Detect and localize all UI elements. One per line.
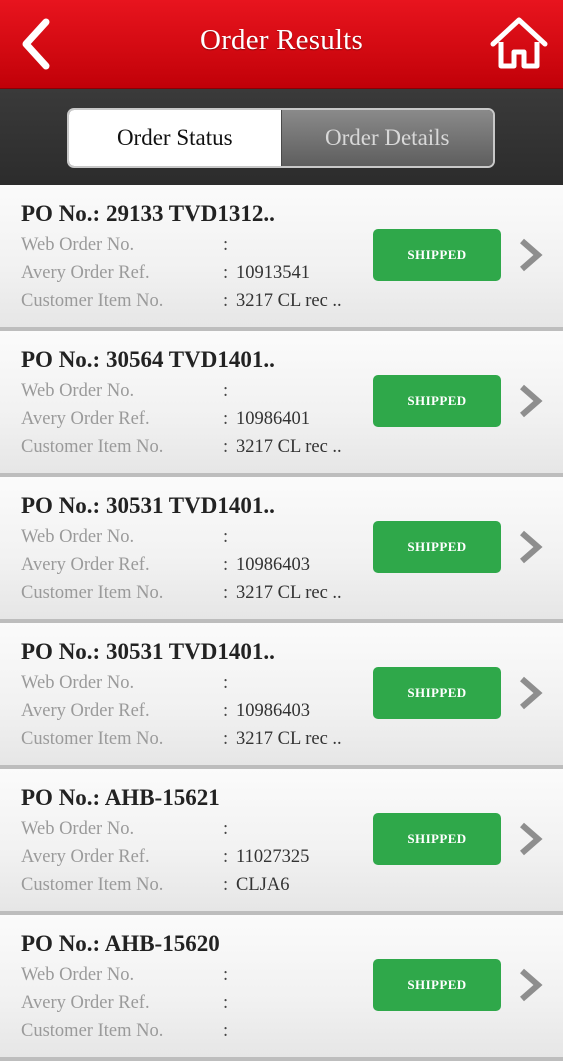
customer-item-label: Customer Item No. [21,729,164,749]
colon: : [223,673,229,693]
customer-item-value: CLJA6 [236,875,290,895]
chevron-right-icon[interactable] [516,675,546,711]
colon: : [223,819,229,839]
customer-item-value: 3217 CL rec .. [236,729,342,749]
chevron-right-icon[interactable] [516,237,546,273]
avery-ref-value: 10913541 [236,263,310,283]
colon: : [223,1021,229,1041]
customer-item-value: 3217 CL rec .. [236,291,342,311]
po-number: PO No.: 29133 TVD1312.. [21,201,275,226]
po-number: PO No.: 30564 TVD1401.. [21,347,275,372]
colon: : [223,527,229,547]
web-order-label: Web Order No. [21,673,135,693]
tab-order-status[interactable]: Order Status [69,110,281,166]
status-badge[interactable]: SHIPPED [373,813,501,865]
web-order-label: Web Order No. [21,527,135,547]
status-badge[interactable]: SHIPPED [373,375,501,427]
colon: : [223,409,229,429]
avery-ref-label: Avery Order Ref. [21,701,150,721]
order-row[interactable]: PO No.: AHB-15620 Web Order No. : Avery … [0,915,563,1061]
colon: : [223,847,229,867]
po-number: PO No.: 30531 TVD1401.. [21,493,275,518]
colon: : [223,263,229,283]
status-badge[interactable]: SHIPPED [373,667,501,719]
order-row[interactable]: PO No.: 30531 TVD1401.. Web Order No. : … [0,623,563,769]
customer-item-value: 3217 CL rec .. [236,437,342,457]
avery-ref-label: Avery Order Ref. [21,409,150,429]
avery-ref-value: 10986403 [236,701,310,721]
avery-ref-value: 10986401 [236,409,310,429]
colon: : [223,583,229,603]
colon: : [223,993,229,1013]
status-badge[interactable]: SHIPPED [373,959,501,1011]
colon: : [223,965,229,985]
order-row[interactable]: PO No.: 30564 TVD1401.. Web Order No. : … [0,331,563,477]
avery-ref-label: Avery Order Ref. [21,263,150,283]
tab-order-details[interactable]: Order Details [280,110,493,166]
chevron-right-icon[interactable] [516,529,546,565]
chevron-right-icon[interactable] [516,383,546,419]
web-order-label: Web Order No. [21,381,135,401]
customer-item-label: Customer Item No. [21,583,164,603]
colon: : [223,291,229,311]
order-list: PO No.: 29133 TVD1312.. Web Order No. : … [0,185,563,1061]
order-row[interactable]: PO No.: 29133 TVD1312.. Web Order No. : … [0,185,563,331]
customer-item-label: Customer Item No. [21,291,164,311]
avery-ref-value: 11027325 [236,847,310,867]
colon: : [223,555,229,575]
avery-ref-label: Avery Order Ref. [21,847,150,867]
web-order-label: Web Order No. [21,819,135,839]
home-icon [490,17,548,69]
chevron-right-icon[interactable] [516,967,546,1003]
web-order-label: Web Order No. [21,235,135,255]
segmented-control: Order Status Order Details [67,108,495,168]
order-row[interactable]: PO No.: AHB-15621 Web Order No. : Avery … [0,769,563,915]
avery-ref-label: Avery Order Ref. [21,555,150,575]
order-row[interactable]: PO No.: 30531 TVD1401.. Web Order No. : … [0,477,563,623]
colon: : [223,437,229,457]
colon: : [223,875,229,895]
web-order-label: Web Order No. [21,965,135,985]
status-badge[interactable]: SHIPPED [373,521,501,573]
customer-item-label: Customer Item No. [21,437,164,457]
avery-ref-label: Avery Order Ref. [21,993,150,1013]
customer-item-value: 3217 CL rec .. [236,583,342,603]
customer-item-label: Customer Item No. [21,875,164,895]
customer-item-label: Customer Item No. [21,1021,164,1041]
app-header: Order Results [0,0,563,89]
status-badge[interactable]: SHIPPED [373,229,501,281]
segment-bar: Order Status Order Details [0,89,563,185]
page-title: Order Results [200,24,363,56]
colon: : [223,729,229,749]
avery-ref-value: 10986403 [236,555,310,575]
colon: : [223,381,229,401]
po-number: PO No.: AHB-15621 [21,785,220,810]
chevron-right-icon[interactable] [516,821,546,857]
colon: : [223,235,229,255]
home-button[interactable] [487,14,551,74]
colon: : [223,701,229,721]
po-number: PO No.: 30531 TVD1401.. [21,639,275,664]
po-number: PO No.: AHB-15620 [21,931,220,956]
